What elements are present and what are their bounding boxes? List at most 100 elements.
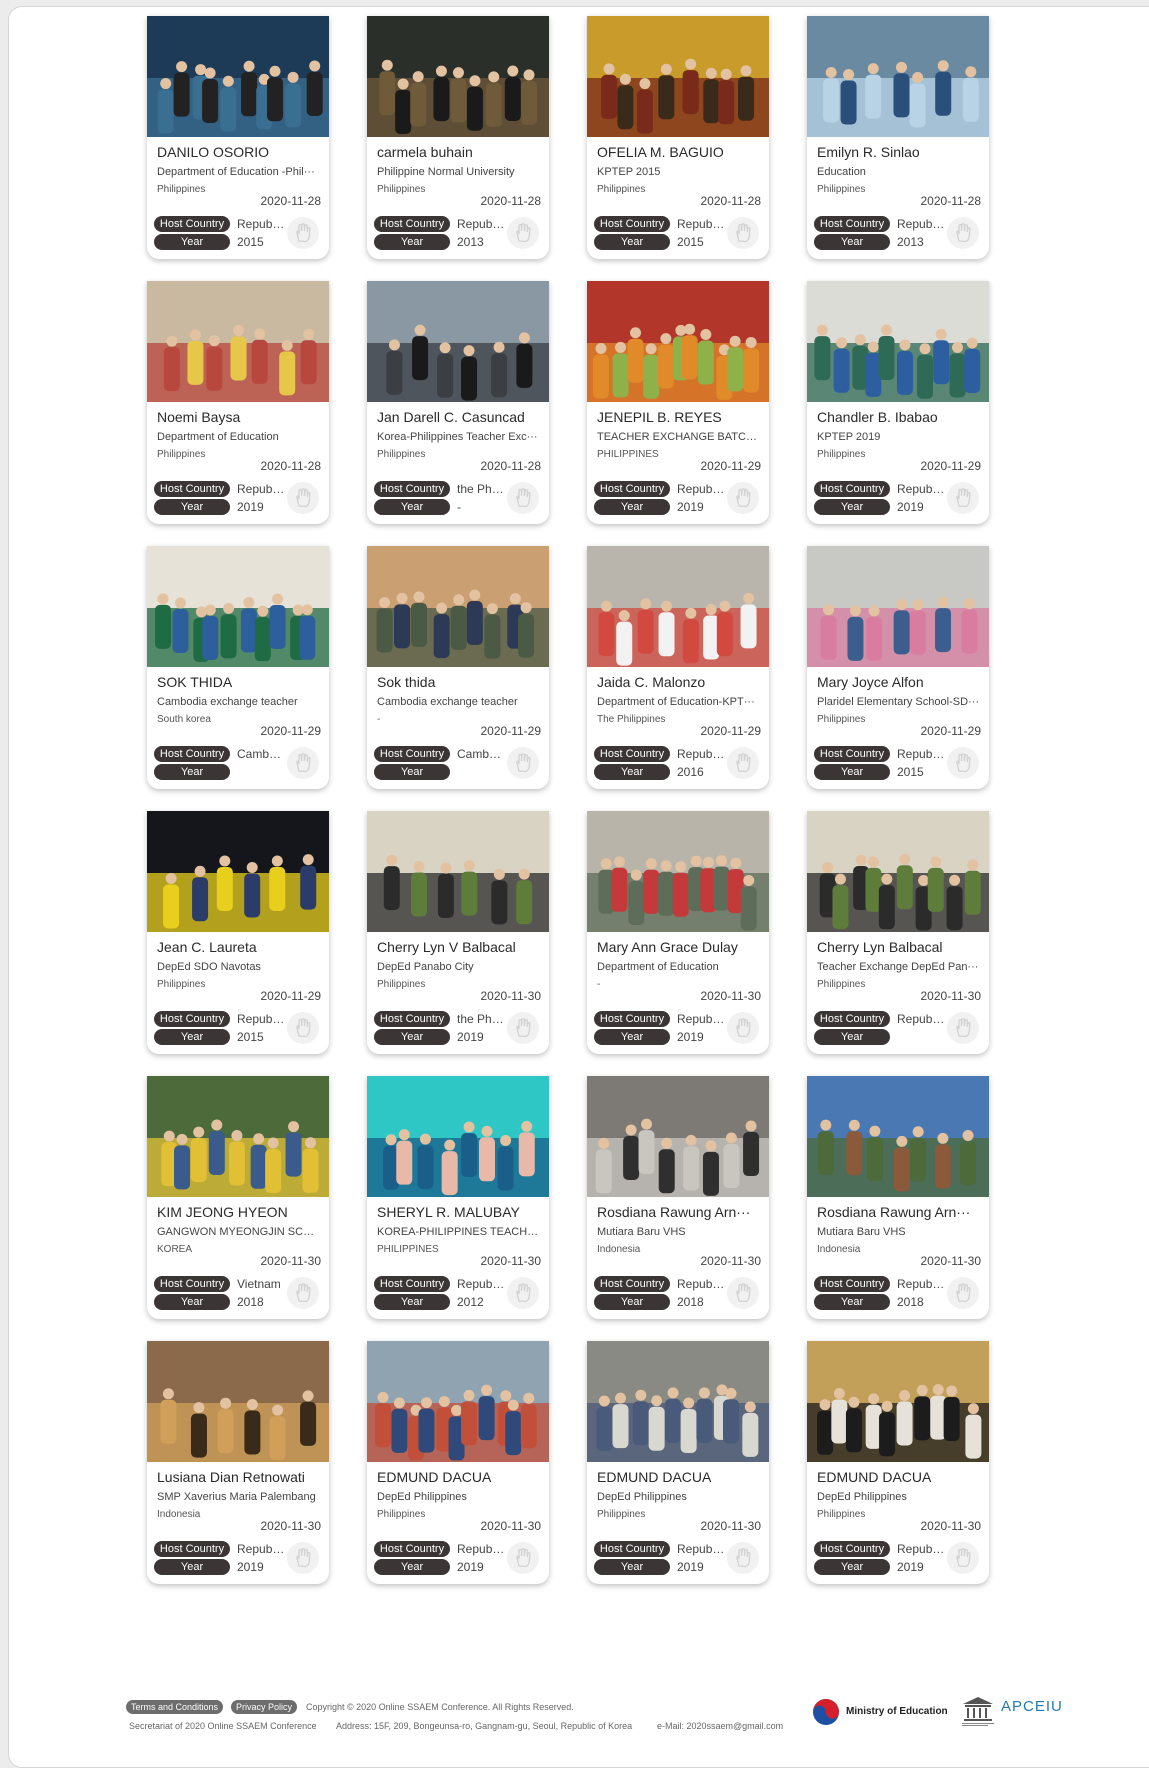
teacher-card[interactable]: SHERYL R. MALUBAY KOREA-PHILIPPINES TEAC… (367, 1076, 549, 1319)
card-date: 2020-11-30 (920, 1519, 982, 1533)
like-button[interactable] (507, 1277, 539, 1309)
teacher-card[interactable]: Jean C. Laureta DepEd SDO Navotas Philip… (147, 811, 329, 1054)
card-photo[interactable] (147, 281, 329, 402)
like-button[interactable] (507, 1542, 539, 1574)
card-photo[interactable] (587, 546, 769, 667)
card-photo[interactable] (587, 811, 769, 932)
teacher-card[interactable]: KIM JEONG HYEON GANGWON MYEONGJIN SCHO··… (147, 1076, 329, 1319)
card-photo[interactable] (807, 811, 989, 932)
like-button[interactable] (287, 1012, 319, 1044)
teacher-card[interactable]: OFELIA M. BAGUIO KPTEP 2015 Philippines … (587, 16, 769, 259)
footer: Terms and Conditions Privacy Policy Copy… (0, 1690, 1149, 1731)
terms-link[interactable]: Terms and Conditions (126, 1700, 224, 1714)
teacher-card[interactable]: Emilyn R. Sinlao Education Philippines 2… (807, 16, 989, 259)
like-button[interactable] (947, 747, 979, 779)
card-name: Cherry Lyn Balbacal (817, 939, 943, 955)
card-photo[interactable] (807, 546, 989, 667)
year-badge: Year (154, 764, 230, 780)
teacher-card[interactable]: Jan Darell C. Casuncad Korea-Philippines… (367, 281, 549, 524)
card-photo[interactable] (147, 1341, 329, 1462)
teacher-card[interactable]: Lusiana Dian Retnowati SMP Xaverius Mari… (147, 1341, 329, 1584)
photo-image (147, 1341, 329, 1462)
card-photo[interactable] (587, 16, 769, 137)
like-button[interactable] (947, 1012, 979, 1044)
teacher-card[interactable]: Cherry Lyn V Balbacal DepEd Panabo City … (367, 811, 549, 1054)
like-button[interactable] (947, 1542, 979, 1574)
card-photo[interactable] (147, 16, 329, 137)
teacher-card[interactable]: Noemi Baysa Department of Education Phil… (147, 281, 329, 524)
card-photo[interactable] (807, 16, 989, 137)
card-photo[interactable] (147, 546, 329, 667)
like-button[interactable] (287, 1277, 319, 1309)
teacher-card[interactable]: Sok thida Cambodia exchange teacher - 20… (367, 546, 549, 789)
card-photo[interactable] (367, 281, 549, 402)
like-button[interactable] (507, 747, 539, 779)
host-country-badge: Host Country (594, 1276, 670, 1292)
photo-image (147, 281, 329, 402)
teacher-card[interactable]: EDMUND DACUA DepEd Philippines Philippin… (367, 1341, 549, 1584)
like-button[interactable] (947, 217, 979, 249)
like-button[interactable] (727, 217, 759, 249)
card-photo[interactable] (587, 1341, 769, 1462)
hand-icon (516, 1548, 531, 1568)
like-button[interactable] (507, 217, 539, 249)
card-country: Philippines (377, 1509, 426, 1520)
teacher-card[interactable]: EDMUND DACUA DepEd Philippines Philippin… (807, 1341, 989, 1584)
like-button[interactable] (727, 747, 759, 779)
teacher-card[interactable]: Jaida C. Malonzo Department of Education… (587, 546, 769, 789)
teacher-card[interactable]: carmela buhain Philippine Normal Univers… (367, 16, 549, 259)
teacher-card[interactable]: Rosdiana Rawung Arn··· Mutiara Baru VHS … (587, 1076, 769, 1319)
teacher-card[interactable]: DANILO OSORIO Department of Education -P… (147, 16, 329, 259)
like-button[interactable] (727, 1012, 759, 1044)
year-badge: Year (814, 764, 890, 780)
like-button[interactable] (287, 1542, 319, 1574)
teacher-card[interactable]: JENEPIL B. REYES TEACHER EXCHANGE BATCH … (587, 281, 769, 524)
privacy-link[interactable]: Privacy Policy (231, 1700, 298, 1714)
card-date: 2020-11-29 (260, 989, 322, 1003)
like-button[interactable] (947, 482, 979, 514)
card-date: 2020-11-29 (480, 724, 542, 738)
card-photo[interactable] (367, 1076, 549, 1197)
like-button[interactable] (947, 1277, 979, 1309)
teacher-card[interactable]: Chandler B. Ibabao KPTEP 2019 Philippine… (807, 281, 989, 524)
card-date: 2020-11-28 (920, 194, 982, 208)
card-photo[interactable] (367, 811, 549, 932)
card-photo[interactable] (587, 1076, 769, 1197)
teacher-card[interactable]: Cherry Lyn Balbacal Teacher Exchange Dep… (807, 811, 989, 1054)
year-value: 2013 (897, 235, 924, 249)
teacher-card[interactable]: SOK THIDA Cambodia exchange teacher Sout… (147, 546, 329, 789)
teacher-card[interactable]: Rosdiana Rawung Arn··· Mutiara Baru VHS … (807, 1076, 989, 1319)
card-photo[interactable] (367, 546, 549, 667)
host-country-badge: Host Country (154, 1276, 230, 1292)
like-button[interactable] (287, 482, 319, 514)
card-photo[interactable] (147, 811, 329, 932)
like-button[interactable] (287, 217, 319, 249)
teacher-card[interactable]: Mary Joyce Alfon Plaridel Elementary Sch… (807, 546, 989, 789)
card-date: 2020-11-28 (480, 459, 542, 473)
card-photo[interactable] (587, 281, 769, 402)
host-country-badge: Host Country (374, 746, 450, 762)
host-country-value: Republi··· (897, 747, 945, 761)
like-button[interactable] (507, 482, 539, 514)
photo-image (587, 1341, 769, 1462)
card-name: Mary Ann Grace Dulay (597, 939, 738, 955)
card-photo[interactable] (147, 1076, 329, 1197)
card-photo[interactable] (367, 1341, 549, 1462)
like-button[interactable] (727, 1277, 759, 1309)
year-badge: Year (374, 1294, 450, 1310)
teacher-card[interactable]: EDMUND DACUA DepEd Philippines Philippin… (587, 1341, 769, 1584)
host-country-value: Vietnam (237, 1277, 281, 1291)
year-value: 2019 (457, 1560, 484, 1574)
card-photo[interactable] (367, 16, 549, 137)
card-photo[interactable] (807, 281, 989, 402)
like-button[interactable] (727, 482, 759, 514)
card-photo[interactable] (807, 1341, 989, 1462)
host-country-value: Republi··· (457, 1542, 505, 1556)
like-button[interactable] (727, 1542, 759, 1574)
like-button[interactable] (287, 747, 319, 779)
card-photo[interactable] (807, 1076, 989, 1197)
like-button[interactable] (507, 1012, 539, 1044)
year-badge: Year (594, 1294, 670, 1310)
teacher-card[interactable]: Mary Ann Grace Dulay Department of Educa… (587, 811, 769, 1054)
card-organization: TEACHER EXCHANGE BATCH ··· (597, 431, 761, 443)
